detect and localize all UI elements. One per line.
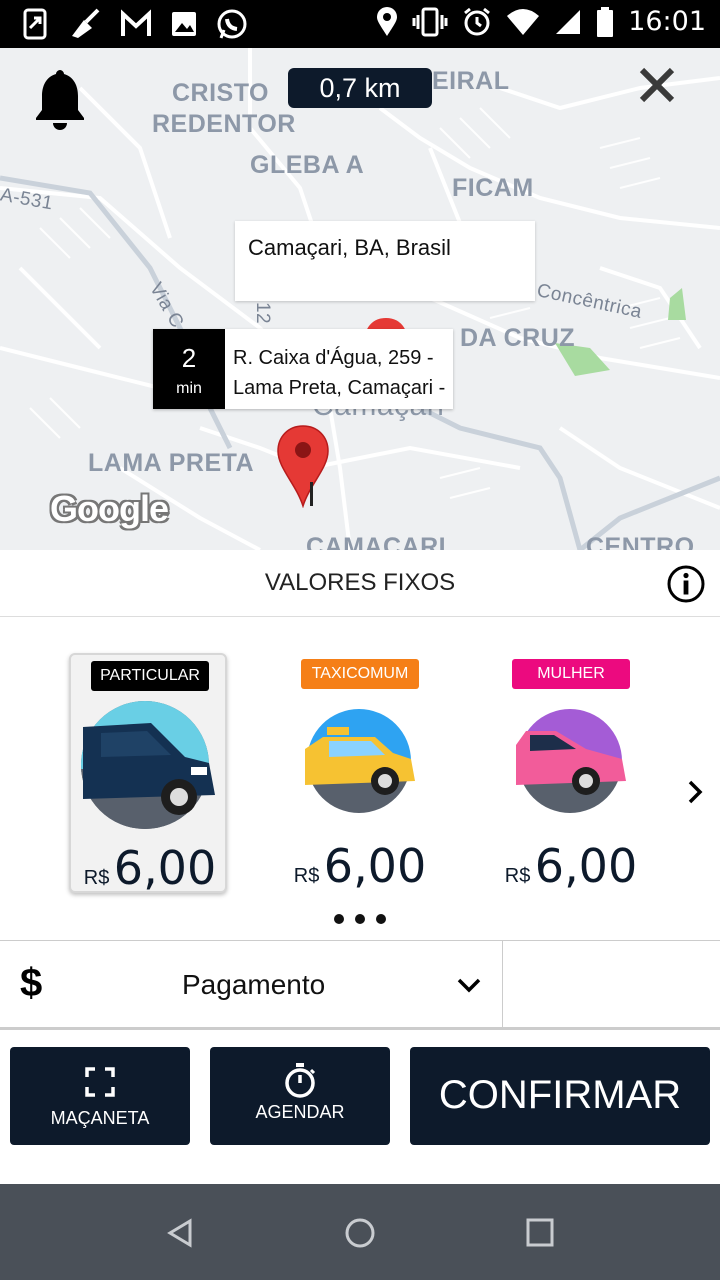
vehicle-category-carousel[interactable]: PARTICULAR R$ 6,00 TAXICOMUM R$ 6,00 MUL… [0,618,720,940]
fixed-values-title: VALORES FIXOS [264,569,456,596]
chevron-down-icon[interactable] [456,977,482,995]
recents-icon[interactable] [526,1218,554,1248]
currency-label: R$ [293,865,320,887]
map-label: EIRAL [432,67,510,95]
page-dot [334,914,344,924]
category-badge: TAXICOMUM [301,659,419,689]
address-line-2: Lama Preta, Camaçari - [233,377,446,399]
payment-row[interactable]: $ Pagamento [0,940,720,1030]
place-name: Camaçari, BA, Brasil [248,235,451,260]
pickup-address: R. Caixa d'Água, 259 - Lama Preta, Camaç… [233,343,445,403]
alarm-icon [464,7,491,35]
map-pin-icon [277,425,329,508]
eta-badge: 2 min [153,329,225,409]
map-label: GLEBA A [250,151,365,179]
women-car-icon [516,709,626,813]
signal-icon [556,9,581,34]
confirm-label: CONFIRMAR [438,1073,682,1117]
taxi-car-icon [305,709,415,813]
category-price: R$ 6,00 [492,839,650,893]
map-label: REDENTOR [152,110,296,138]
gmail-icon [121,9,151,36]
schedule-button[interactable]: AGENDAR [210,1047,390,1145]
price-value: 6,00 [113,841,217,895]
payment-select[interactable]: Pagamento [182,969,325,1001]
map-label: DA CRUZ [460,324,576,352]
status-bar: 16:01 [0,0,720,48]
particular-car-icon [81,701,215,829]
google-logo: Google [50,488,169,529]
android-nav-bar [0,1184,720,1280]
category-badge: PARTICULAR [91,661,209,691]
category-price: R$ 6,00 [281,839,439,893]
distance-badge: 0,7 km [288,68,432,108]
category-price: R$ 6,00 [71,841,229,895]
map-label: CAMACARI [306,533,447,550]
location-icon [377,6,398,36]
map-label: LAMA PRETA [88,449,255,477]
schedule-label: AGENDAR [255,1102,345,1122]
confirm-button[interactable]: CONFIRMAR [410,1047,710,1145]
info-icon[interactable] [666,564,706,604]
eta-unit: min [176,380,202,397]
currency-label: R$ [83,867,110,889]
back-icon[interactable] [166,1218,194,1248]
battery-icon [597,6,614,37]
close-icon[interactable] [638,66,676,104]
screen-share-icon [23,8,47,40]
category-card-particular[interactable]: PARTICULAR R$ 6,00 [69,653,229,895]
clock: 16:01 [628,6,706,37]
currency-label: R$ [504,865,531,887]
address-line-1: R. Caixa d'Água, 259 - [233,347,434,369]
map-label: CENTRO [586,533,695,550]
gallery-icon [172,12,196,36]
payment-divider [502,941,503,1029]
fixed-values-header: VALORES FIXOS [0,551,720,617]
page-dot [376,914,386,924]
home-icon[interactable] [344,1218,376,1250]
handle-button[interactable]: MAÇANETA [10,1047,190,1145]
pickup-info-box[interactable]: 2 min R. Caixa d'Água, 259 - Lama Preta,… [153,329,453,409]
category-card-taxicomum[interactable]: TAXICOMUM R$ 6,00 [281,653,439,893]
map-label: FICAM [452,174,534,202]
fullscreen-icon [85,1067,115,1097]
price-value: 6,00 [323,839,427,893]
place-info-box[interactable]: Camaçari, BA, Brasil [235,221,535,301]
map-label: CRISTO [172,79,269,107]
chevron-right-icon[interactable] [684,778,706,806]
whatsapp-icon [217,9,247,39]
map-view[interactable]: CRISTO REDENTOR EIRAL GLEBA A FICAM A-53… [0,48,720,550]
price-value: 6,00 [534,839,638,893]
eta-value: 2 [181,343,197,373]
carousel-page-indicator [334,914,386,924]
vibrate-icon [412,7,448,36]
stopwatch-icon [285,1063,316,1098]
category-card-mulher[interactable]: MULHER R$ 6,00 [492,653,650,893]
page-dot [355,914,365,924]
bell-icon[interactable] [32,66,88,132]
handle-label: MAÇANETA [50,1108,150,1128]
wifi-icon [507,8,540,35]
dollar-icon: $ [20,961,43,1005]
broom-icon [72,8,100,38]
category-badge: MULHER [512,659,630,689]
